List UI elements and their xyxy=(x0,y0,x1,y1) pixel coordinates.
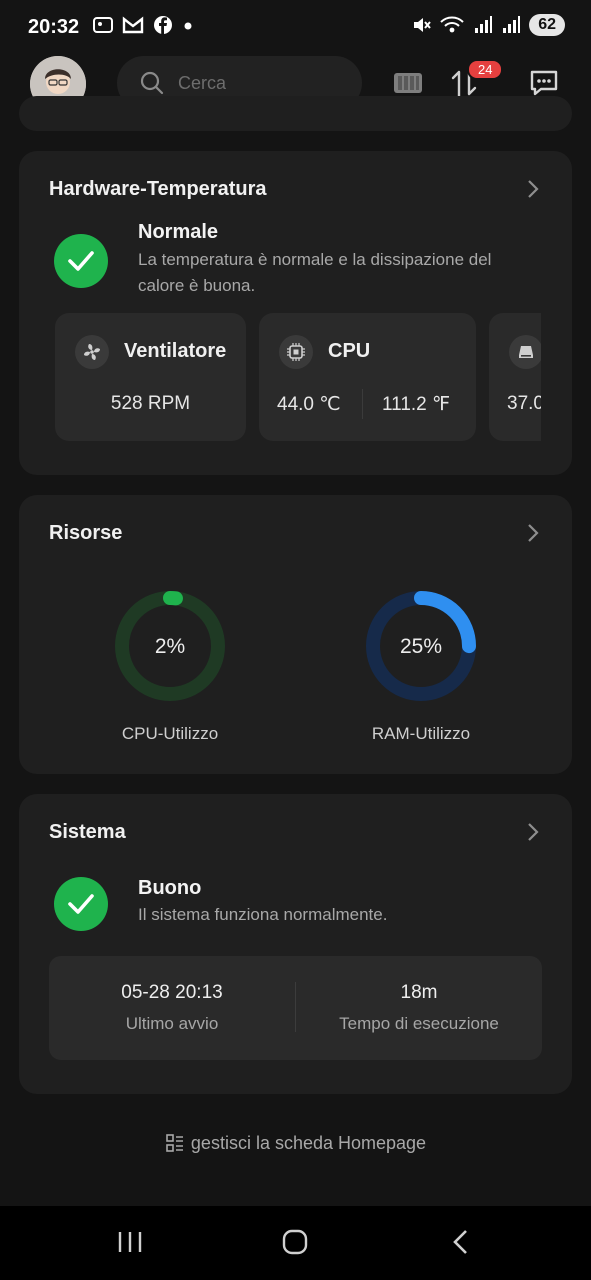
manage-cards-icon xyxy=(166,1134,183,1153)
cpu-tile[interactable]: CPU 44.0 ℃ 111.2 ℉ xyxy=(259,313,476,441)
resources-card[interactable]: Risorse 2% CPU-Utilizzo 25% RAM-Utilizzo xyxy=(19,495,572,774)
battery-indicator: 62 xyxy=(529,14,565,36)
card-title: Hardware-Temperatura xyxy=(49,178,267,200)
fan-speed: 528 RPM xyxy=(110,393,191,414)
status-title: Buono xyxy=(138,877,202,899)
status-title: Normale xyxy=(138,221,219,243)
chevron-right-icon[interactable] xyxy=(526,179,540,199)
chevron-right-icon[interactable] xyxy=(526,523,540,543)
ram-usage-label: RAM-Utilizzo xyxy=(371,724,471,743)
system-navigation-bar xyxy=(0,1206,591,1280)
cpu-usage-value: 2% xyxy=(154,635,186,658)
uptime-value: 18m xyxy=(400,982,438,1003)
card-title: Sistema xyxy=(49,821,126,843)
cpu-temp-celsius: 44.0 ℃ xyxy=(277,394,341,415)
cpu-label: CPU xyxy=(328,340,371,362)
disk-tile[interactable]: 37.0 xyxy=(489,313,541,441)
chevron-right-icon[interactable] xyxy=(526,822,540,842)
notification-badge: 24 xyxy=(467,59,504,80)
fan-label: Ventilatore xyxy=(124,340,227,362)
recent-apps-icon[interactable] xyxy=(117,1228,143,1256)
manage-homepage-label[interactable]: gestisci la scheda Homepage xyxy=(191,1133,426,1153)
home-icon[interactable] xyxy=(280,1228,310,1256)
disk-icon xyxy=(509,335,541,369)
uptime-label: Tempo di esecuzione xyxy=(339,1014,499,1033)
check-icon xyxy=(54,234,108,288)
cpu-icon xyxy=(279,335,313,369)
last-boot-label: Ultimo avvio xyxy=(125,1014,219,1033)
back-icon[interactable] xyxy=(449,1228,471,1256)
previous-card-edge xyxy=(19,96,572,131)
cpu-temp-fahrenheit: 111.2 ℉ xyxy=(382,394,451,415)
status-description: La temperatura è normale e la dissipazio… xyxy=(138,250,492,295)
cpu-usage-label: CPU-Utilizzo xyxy=(121,724,219,743)
mute-icon xyxy=(414,18,431,32)
manage-homepage-link[interactable]: gestisci la scheda Homepage xyxy=(0,1132,591,1154)
status-bar: 20:32 62 xyxy=(0,0,591,56)
signal-icon xyxy=(475,16,493,33)
search-icon xyxy=(140,71,164,95)
last-boot-value: 05-28 20:13 xyxy=(121,982,223,1003)
sensor-tiles: Ventilatore 528 RPM CPU 44.0 ℃ 111.2 ℉ 3… xyxy=(55,313,541,443)
disk-temp: 37.0 xyxy=(507,393,541,414)
facebook-icon xyxy=(154,16,172,34)
dot-icon xyxy=(184,22,192,30)
signal-icon xyxy=(503,16,521,33)
gmail-icon xyxy=(122,16,144,34)
chat-icon[interactable] xyxy=(528,68,560,98)
system-card[interactable]: Sistema Buono Il sistema funziona normal… xyxy=(19,794,572,1094)
check-icon xyxy=(54,877,108,931)
ram-usage-value: 25% xyxy=(399,635,443,658)
search-input[interactable]: Cerca xyxy=(178,73,226,94)
system-info-box: 05-28 20:13 Ultimo avvio 18m Tempo di es… xyxy=(49,956,542,1060)
divider xyxy=(362,389,363,419)
fan-icon xyxy=(75,335,109,369)
nas-device-icon[interactable] xyxy=(392,70,424,96)
card-title: Risorse xyxy=(49,522,123,544)
hardware-temperature-card[interactable]: Hardware-Temperatura Normale La temperat… xyxy=(19,151,572,475)
wifi-icon xyxy=(440,16,464,33)
clock: 20:32 xyxy=(28,16,80,38)
photo-notification-icon xyxy=(93,17,113,33)
status-description: Il sistema funziona normalmente. xyxy=(138,905,388,924)
fan-tile[interactable]: Ventilatore 528 RPM xyxy=(55,313,246,441)
